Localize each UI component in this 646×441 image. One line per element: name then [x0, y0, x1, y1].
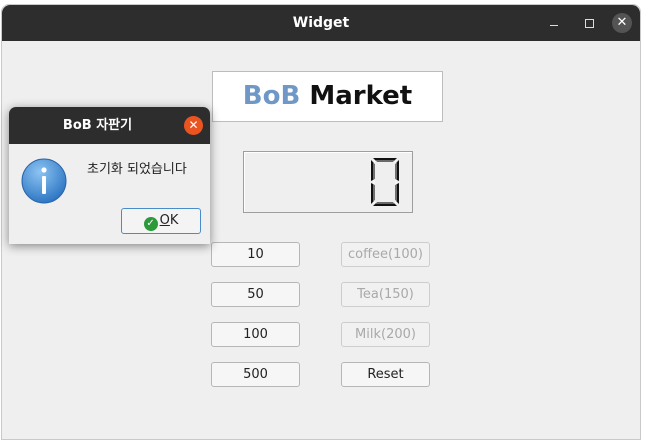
reset-button[interactable]: Reset: [341, 362, 430, 387]
coin-500-button[interactable]: 500: [211, 362, 300, 387]
maximize-button[interactable]: [579, 13, 599, 33]
window-titlebar[interactable]: Widget ✕: [2, 5, 640, 41]
logo-market-text: Market: [309, 81, 413, 111]
dialog-titlebar[interactable]: BoB 자판기 ✕: [9, 107, 210, 144]
ok-mnemonic: O: [159, 213, 170, 228]
info-dialog: BoB 자판기 ✕ 초기화 되었습니다 ✓ OK: [9, 107, 210, 244]
minimize-icon: [550, 25, 558, 26]
market-logo: BoB Market: [212, 71, 443, 122]
money-display: 0: [243, 151, 413, 213]
coin-50-button[interactable]: 50: [211, 282, 300, 307]
ok-button[interactable]: ✓ OK: [121, 208, 201, 234]
check-icon: ✓: [143, 217, 158, 231]
tea-button[interactable]: Tea(150): [341, 282, 430, 307]
ok-label-rest: K: [169, 213, 179, 228]
minimize-button[interactable]: [544, 13, 564, 33]
close-button[interactable]: ✕: [612, 13, 632, 33]
coffee-button[interactable]: coffee(100): [341, 242, 430, 267]
milk-button[interactable]: Milk(200): [341, 322, 430, 347]
lcd-digit-zero: [371, 158, 399, 206]
logo-bob-text: BoB: [242, 81, 301, 111]
dialog-title: BoB 자판기: [62, 118, 133, 133]
maximize-icon: [584, 19, 594, 28]
dialog-message: 초기화 되었습니다: [87, 162, 187, 177]
coin-100-button[interactable]: 100: [211, 322, 300, 347]
close-icon: ✕: [616, 15, 628, 30]
dialog-close-button[interactable]: ✕: [184, 116, 203, 135]
coin-10-button[interactable]: 10: [211, 242, 300, 267]
info-icon: [21, 158, 67, 204]
close-icon: ✕: [188, 118, 199, 132]
